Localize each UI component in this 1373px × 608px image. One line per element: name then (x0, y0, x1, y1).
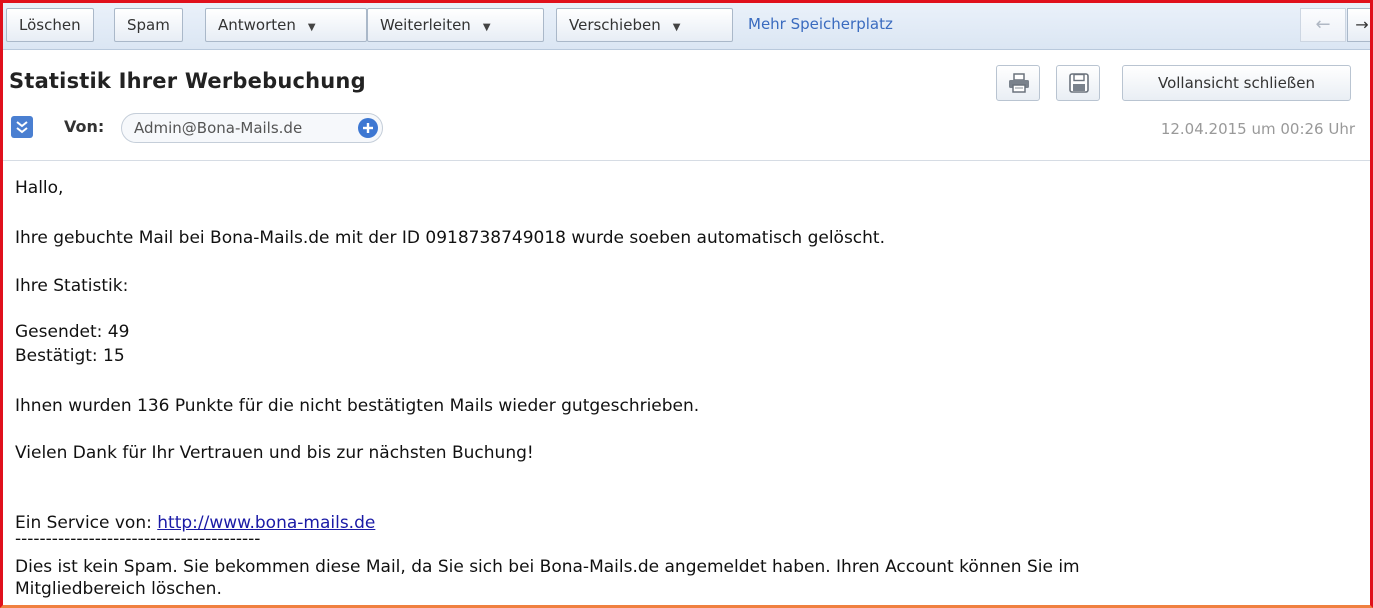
expand-details-icon[interactable] (11, 116, 33, 138)
separator-line: ---------------------------------------- (15, 529, 261, 549)
print-button[interactable] (996, 65, 1040, 101)
more-storage-label: Mehr Speicherplatz (748, 15, 893, 33)
floppy-disk-icon (1069, 73, 1089, 93)
mail-date: 12.04.2015 um 00:26 Uhr (1160, 120, 1355, 138)
spam-label: Spam (127, 16, 170, 34)
next-button[interactable]: → (1347, 8, 1370, 42)
save-button[interactable] (1056, 65, 1100, 101)
points-line: Ihnen wurden 136 Punkte für die nicht be… (15, 396, 700, 416)
mail-subject: Statistik Ihrer Werbebuchung (9, 69, 366, 93)
delete-label: Löschen (19, 16, 81, 34)
add-contact-icon[interactable] (358, 118, 378, 138)
toolbar: Löschen Spam Antworten ▼ Weiterleiten ▼ Ve… (3, 3, 1370, 50)
thanks-line: Vielen Dank für Ihr Vertrauen und bis zu… (15, 443, 534, 463)
disclaimer-line-1: Dies ist kein Spam. Sie bekommen diese M… (15, 557, 1080, 577)
stat-confirmed: Bestätigt: 15 (15, 346, 125, 366)
forward-button[interactable]: Weiterleiten ▼ (367, 8, 544, 42)
printer-icon (1009, 73, 1029, 93)
move-label: Verschieben (569, 16, 661, 34)
chevron-down-icon: ▼ (482, 22, 491, 33)
close-full-view-label: Vollansicht schließen (1157, 74, 1315, 92)
header-divider (3, 160, 1370, 161)
move-button[interactable]: Verschieben ▼ (556, 8, 733, 42)
spam-button[interactable]: Spam (114, 8, 183, 42)
arrow-left-icon: ← (1315, 14, 1331, 35)
stats-heading: Ihre Statistik: (15, 276, 129, 296)
more-storage-link[interactable]: Mehr Speicherplatz (748, 8, 893, 42)
reply-button[interactable]: Antworten ▼ (205, 8, 367, 42)
back-button[interactable]: ← (1300, 8, 1346, 42)
delete-button[interactable]: Löschen (6, 8, 94, 42)
arrow-right-icon: → (1355, 15, 1369, 34)
from-label: Von: (64, 117, 105, 136)
chevron-down-icon: ▼ (307, 22, 316, 33)
body-line-1: Ihre gebuchte Mail bei Bona-Mails.de mit… (15, 228, 885, 248)
greeting: Hallo, (15, 178, 64, 198)
forward-label: Weiterleiten (380, 16, 471, 34)
sender-chip[interactable]: Admin@Bona-Mails.de (121, 113, 383, 143)
close-full-view-button[interactable]: Vollansicht schließen (1122, 65, 1351, 101)
chevron-down-icon: ▼ (672, 22, 681, 33)
mail-window: Löschen Spam Antworten ▼ Weiterleiten ▼ Ve… (0, 0, 1373, 608)
stat-sent: Gesendet: 49 (15, 322, 130, 342)
reply-label: Antworten (218, 16, 296, 34)
sender-address: Admin@Bona-Mails.de (134, 119, 303, 137)
disclaimer-line-2: Mitgliedbereich löschen. (15, 579, 222, 599)
